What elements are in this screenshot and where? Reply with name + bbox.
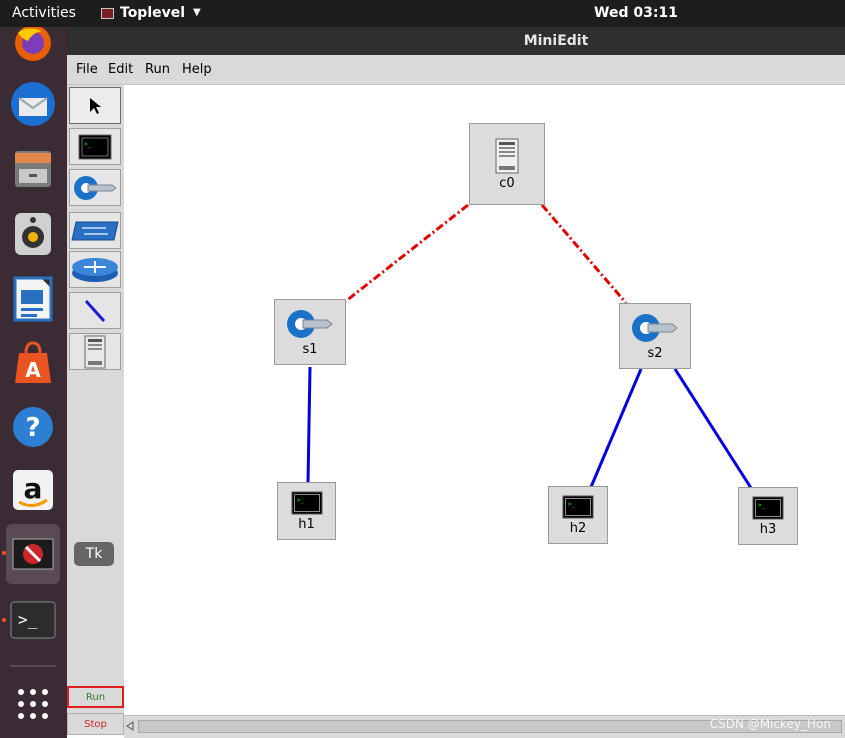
legacy-switch-tool-button[interactable] (69, 212, 121, 249)
svg-text:A: A (25, 358, 41, 382)
toolbar: >_ Tk Run Stop (67, 85, 124, 735)
software-center-icon[interactable]: A (6, 335, 60, 389)
window-titlebar[interactable]: MiniEdit (67, 27, 845, 55)
help-icon[interactable]: ? (6, 400, 60, 454)
host-icon: >_ (78, 134, 112, 159)
show-apps-icon[interactable] (6, 679, 60, 729)
link-c0-s1[interactable] (345, 203, 469, 303)
dock: A ? a >_ (0, 27, 67, 738)
netlink-tool-button[interactable] (69, 292, 121, 329)
host-icon: >_ (752, 496, 784, 519)
node-label: h2 (569, 520, 587, 536)
libreoffice-writer-icon[interactable] (6, 272, 60, 326)
node-h2[interactable]: >_ h2 (548, 486, 608, 544)
svg-text:?: ? (25, 413, 40, 443)
svg-text:>_: >_ (18, 610, 38, 629)
stop-button[interactable]: Stop (67, 713, 124, 735)
activities-button[interactable]: Activities (12, 4, 76, 22)
link-s1-h1[interactable] (306, 366, 312, 484)
svg-text:a: a (24, 472, 43, 505)
switch-tool-button[interactable] (69, 169, 121, 206)
menu-help[interactable]: Help (182, 62, 212, 78)
host-icon: >_ (291, 491, 322, 514)
node-s1[interactable]: s1 (274, 299, 346, 365)
run-button[interactable]: Run (67, 686, 124, 708)
arrow-cursor-icon (90, 97, 101, 114)
terminal-icon[interactable]: >_ (6, 593, 60, 647)
svg-text:>_: >_ (568, 501, 576, 508)
legacy-router-tool-button[interactable] (69, 251, 121, 288)
link-line-icon (84, 299, 106, 322)
node-label: h3 (759, 521, 777, 537)
menu-file[interactable]: File (76, 62, 98, 78)
topology-canvas[interactable]: c0 s1 s2 >_ h1 >_ h2 >_ h3 (124, 85, 845, 715)
node-h1[interactable]: >_ h1 (277, 482, 336, 540)
node-label: s2 (647, 345, 663, 361)
scroll-left-arrow-icon[interactable] (124, 720, 136, 732)
switch-icon (287, 309, 333, 338)
horizontal-scrollbar[interactable]: CSDN @Mickey_Hon (124, 715, 845, 738)
amazon-icon[interactable]: a (6, 463, 60, 517)
clock[interactable]: Wed 03:11 (594, 4, 678, 22)
menu-edit[interactable]: Edit (108, 62, 133, 78)
node-h3[interactable]: >_ h3 (738, 487, 798, 545)
app-menu-label: Toplevel (120, 5, 186, 21)
menu-run[interactable]: Run (145, 62, 170, 78)
window-title: MiniEdit (523, 33, 589, 49)
watermark: CSDN @Mickey_Hon (709, 717, 831, 731)
svg-text:>_: >_ (84, 141, 92, 148)
controller-tool-button[interactable] (69, 333, 121, 370)
legacy-switch-icon (71, 221, 119, 240)
firefox-icon[interactable] (6, 27, 60, 67)
switch-icon (632, 313, 678, 342)
chevron-down-icon: ▼ (193, 7, 201, 18)
tk-badge: Tk (74, 542, 114, 566)
host-tool-button[interactable]: >_ (69, 128, 121, 165)
link-s2-h2[interactable] (589, 368, 643, 488)
files-icon[interactable] (6, 142, 60, 196)
node-label: c0 (499, 175, 515, 191)
select-tool-button[interactable] (69, 87, 121, 124)
menu-bar: File Edit Run Help (67, 55, 845, 85)
node-label: h1 (298, 516, 315, 532)
link-s2-h3[interactable] (673, 368, 753, 489)
miniedit-app-icon[interactable] (6, 524, 60, 584)
app-window-icon (101, 7, 114, 19)
node-label: s1 (302, 341, 318, 357)
app-menu[interactable]: Toplevel ▼ (101, 4, 201, 22)
controller-icon (84, 335, 106, 368)
dock-divider (10, 665, 56, 667)
rhythmbox-icon[interactable] (6, 207, 60, 261)
controller-icon (495, 138, 519, 173)
switch-icon (74, 175, 117, 200)
svg-text:>_: >_ (297, 497, 305, 504)
svg-text:>_: >_ (758, 502, 766, 509)
link-c0-s2[interactable] (540, 204, 628, 304)
top-bar: Activities Toplevel ▼ Wed 03:11 (0, 0, 845, 27)
host-icon: >_ (562, 495, 594, 518)
node-s2[interactable]: s2 (619, 303, 691, 369)
thunderbird-icon[interactable] (6, 77, 60, 131)
legacy-router-icon (72, 257, 118, 282)
node-c0[interactable]: c0 (469, 123, 545, 205)
